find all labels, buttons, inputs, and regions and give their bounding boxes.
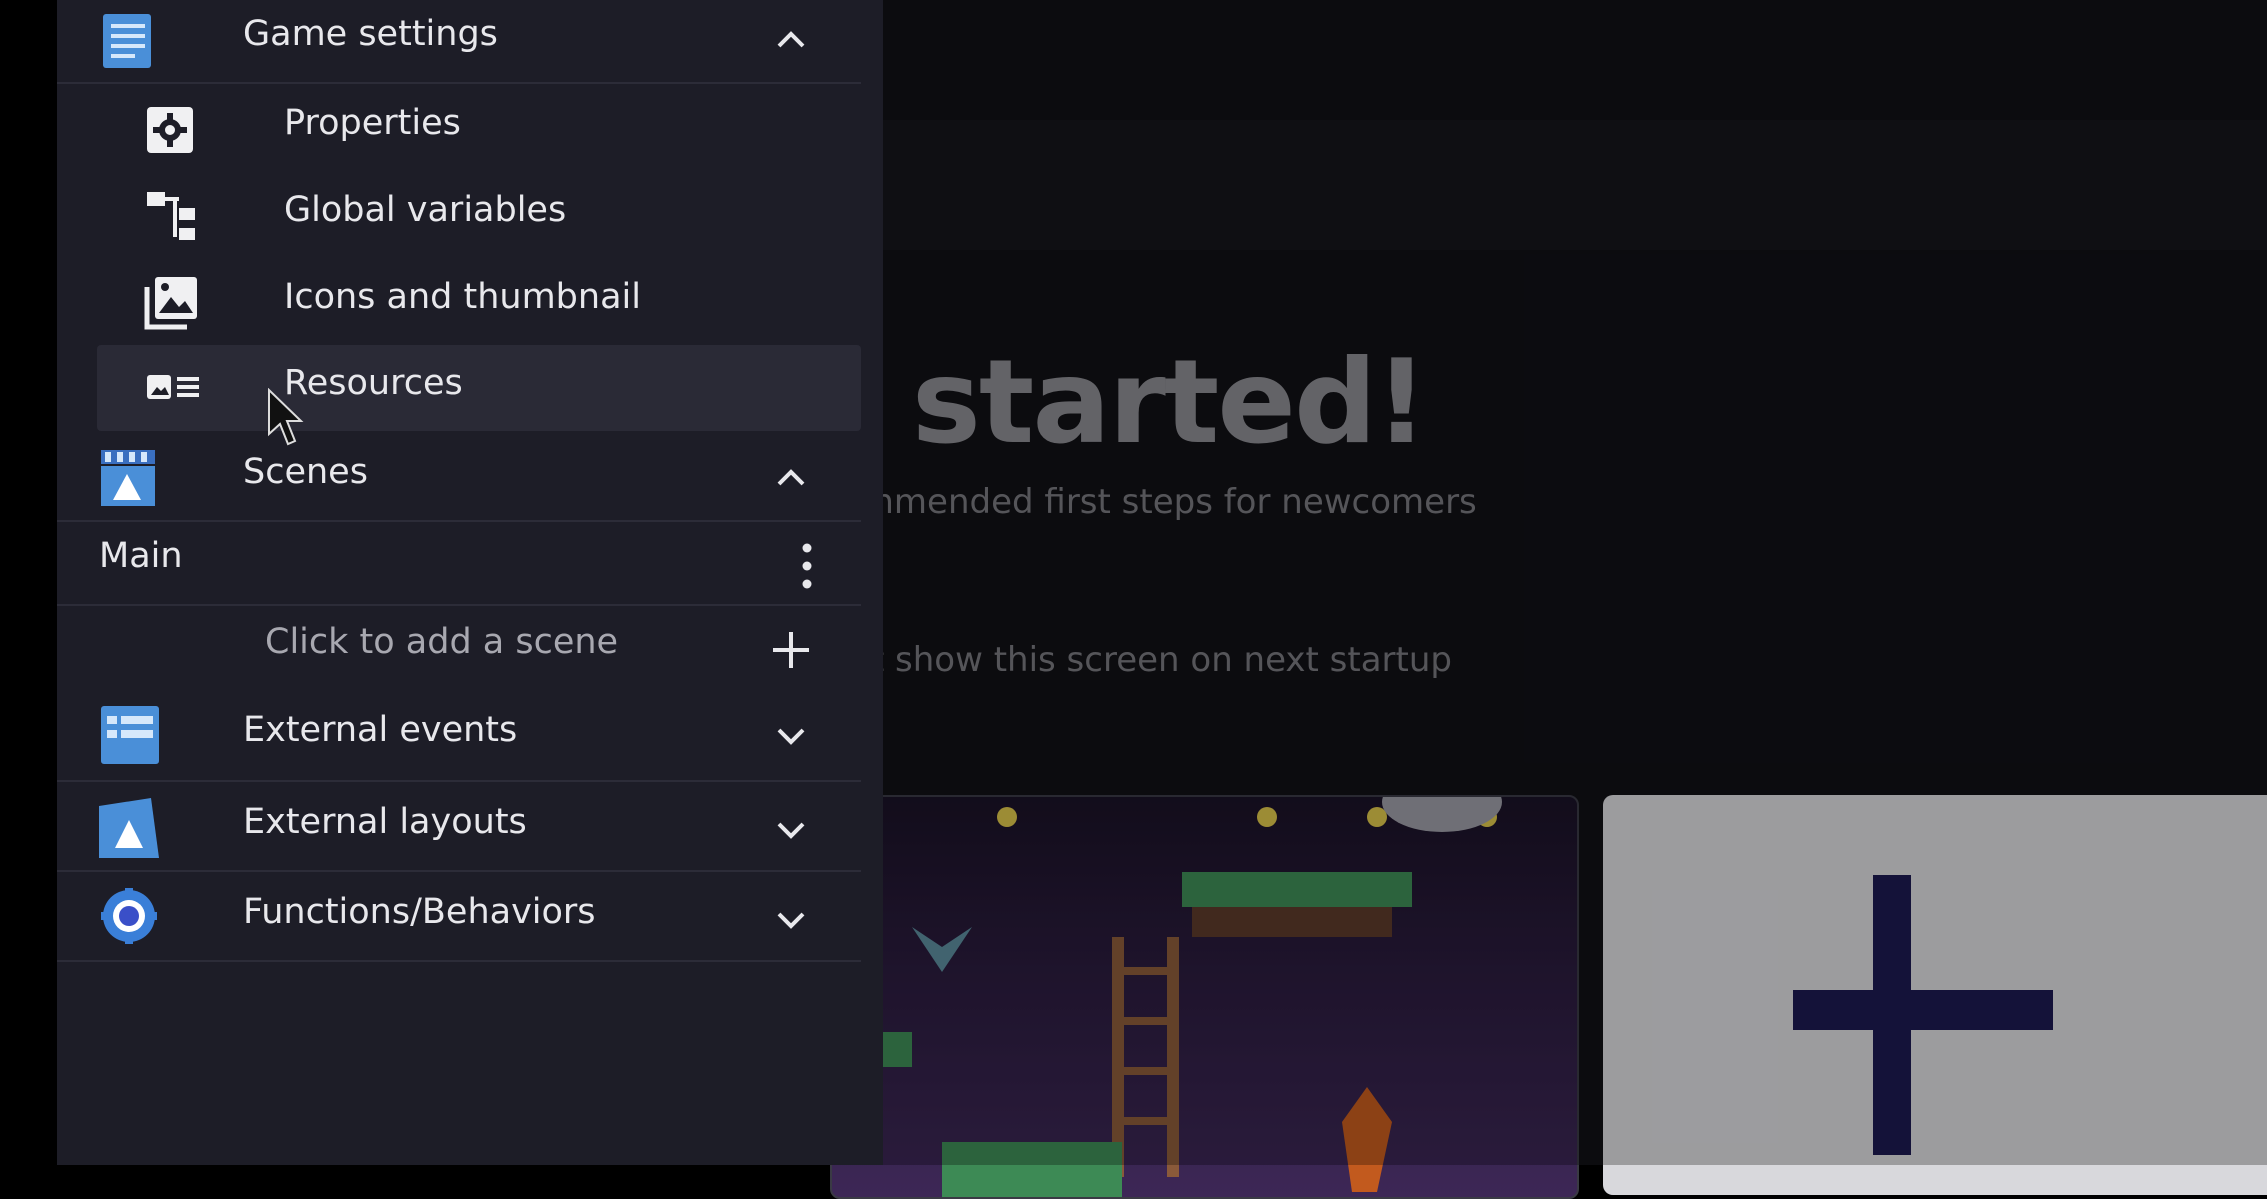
sidebar-item-label: Icons and thumbnail xyxy=(284,277,641,317)
sidebar-item-label: Resources xyxy=(284,363,463,403)
game-settings-header[interactable]: Game settings xyxy=(57,0,861,82)
chevron-down-icon[interactable] xyxy=(769,808,813,852)
sidebar-item-global-variables[interactable]: Global variables xyxy=(57,182,861,262)
resources-icon xyxy=(147,375,199,399)
external-layouts-header[interactable]: External layouts xyxy=(57,784,861,868)
external-events-header[interactable]: External events xyxy=(57,696,861,776)
scene-item-main[interactable]: Main xyxy=(57,524,861,604)
add-icon[interactable] xyxy=(769,628,813,672)
sidebar-item-properties[interactable]: Properties xyxy=(57,95,861,175)
project-manager-drawer: Game settings Properties Global variable… xyxy=(57,0,883,1165)
functions-behaviors-header[interactable]: Functions/Behaviors xyxy=(57,874,861,958)
sidebar-item-label: Global variables xyxy=(284,190,567,230)
scenes-label: Scenes xyxy=(243,452,368,492)
gear-icon xyxy=(147,107,193,153)
variables-tree-icon xyxy=(147,192,195,240)
image-icon xyxy=(144,277,197,330)
more-vert-icon[interactable] xyxy=(797,540,817,592)
chevron-down-icon[interactable] xyxy=(769,898,813,942)
chevron-up-icon[interactable] xyxy=(769,456,813,500)
game-settings-icon xyxy=(103,14,151,68)
mouse-cursor-icon xyxy=(268,388,304,446)
sidebar-item-label: Properties xyxy=(284,103,461,143)
chevron-down-icon[interactable] xyxy=(769,714,813,758)
external-layouts-icon xyxy=(99,798,159,858)
scenes-header[interactable]: Scenes xyxy=(57,440,861,520)
external-layouts-label: External layouts xyxy=(243,802,527,842)
sidebar-item-icons-thumbnail[interactable]: Icons and thumbnail xyxy=(57,269,861,349)
extension-gear-icon xyxy=(101,888,157,944)
sidebar-item-resources[interactable]: Resources xyxy=(57,349,861,429)
chevron-up-icon[interactable] xyxy=(769,18,813,62)
scene-name: Main xyxy=(99,536,183,576)
external-events-label: External events xyxy=(243,710,518,750)
add-scene-row[interactable]: Click to add a scene xyxy=(57,608,861,688)
game-settings-label: Game settings xyxy=(243,14,498,54)
external-events-icon xyxy=(101,706,159,764)
left-border xyxy=(0,0,57,1165)
scenes-icon xyxy=(101,450,155,506)
functions-behaviors-label: Functions/Behaviors xyxy=(243,892,596,932)
add-scene-label: Click to add a scene xyxy=(265,622,619,662)
